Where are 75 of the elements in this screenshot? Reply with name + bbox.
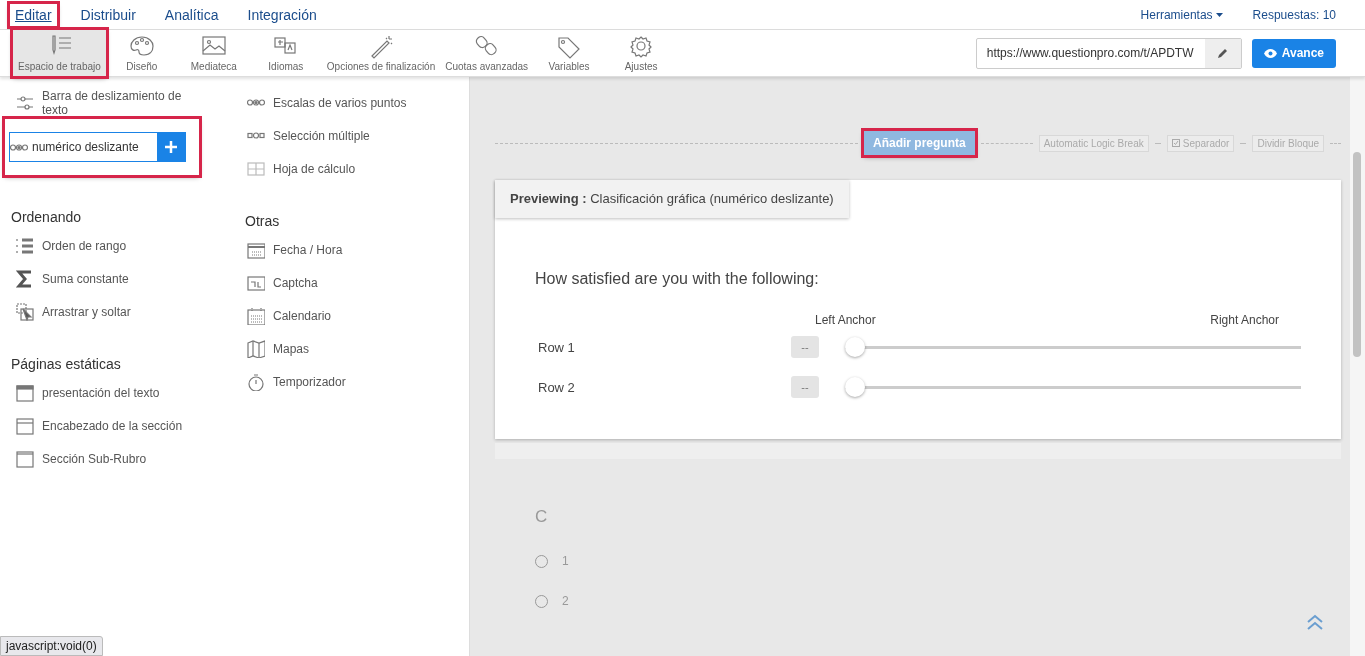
option-label: 1 (562, 554, 569, 568)
toolbar-item[interactable]: Espacio de trabajo (13, 30, 106, 76)
question-type-item[interactable]: Suma constante (11, 262, 245, 295)
toolbar-item[interactable]: Cuotas avanzadas (440, 30, 534, 76)
section-heading: Otras (245, 213, 281, 229)
row-label: Row 2 (538, 379, 576, 395)
question-type-item[interactable]: Calendario (245, 299, 455, 332)
toolbar-item[interactable]: Opciones de finalización (321, 30, 441, 76)
edit-url-button[interactable] (1204, 38, 1241, 68)
question-type-icon (247, 339, 265, 358)
section-heading: Ordenando (11, 209, 83, 225)
preview-title: Previewing : Clasificación gráfica (numérico deslizante) (495, 180, 849, 218)
slider-handle[interactable] (845, 337, 865, 357)
slider-value: -- (791, 376, 819, 398)
pencil-icon (1216, 47, 1229, 59)
url-field[interactable]: https://www.questionpro.com/t/APDTW (975, 37, 1242, 69)
question-type-item[interactable]: Temporizador (245, 365, 455, 398)
tools-menu[interactable]: Herramientas (1134, 6, 1229, 23)
row-label: Row 1 (538, 339, 576, 355)
question-type-item[interactable]: Captcha (245, 266, 455, 299)
question-type-icon (16, 236, 34, 255)
nav-tab[interactable]: Integración (242, 3, 322, 26)
question-type-item[interactable]: Sección Sub-Rubro (11, 442, 245, 475)
caret-icon (1215, 12, 1223, 17)
responses-count: Respuestas: 10 (1252, 7, 1336, 22)
question-type-item[interactable]: Orden de rango (11, 229, 245, 262)
question-type-icon (247, 273, 265, 292)
slider-handle[interactable] (845, 377, 865, 397)
question-type-icon (16, 416, 34, 435)
question-type-item[interactable]: numérico deslizante (9, 132, 186, 162)
question-text: How satisfied are you with the following: (535, 270, 820, 288)
radio-scale-icon (247, 132, 265, 139)
question-type-item[interactable]: presentación del texto (11, 376, 245, 409)
question-type-item[interactable]: Selección múltiple (245, 119, 455, 152)
question-type-item[interactable]: Escalas de varios puntos (245, 86, 455, 119)
question-type-item[interactable]: Encabezado de la sección (11, 409, 245, 442)
status-url: javascript:void(0) (0, 636, 103, 656)
question-type-icon (16, 302, 34, 321)
question-type-item[interactable]: Barra de deslizamiento de texto (11, 86, 245, 119)
anchor-label: Left Anchor (815, 313, 877, 327)
nav-tab[interactable]: Editar (10, 3, 57, 26)
question-type-icon (247, 240, 265, 259)
question-type-item[interactable]: Mapas (245, 332, 455, 365)
question-type-icon (16, 383, 34, 402)
question-type-icon (247, 159, 265, 178)
scrollbar-thumb[interactable] (1353, 152, 1361, 357)
radio-scale-icon (10, 143, 28, 151)
slider-value: -- (791, 336, 819, 358)
toolbar-item[interactable]: Diseño (105, 30, 178, 76)
nav-tab[interactable]: Distribuir (75, 3, 141, 26)
radio-scale-icon (247, 99, 265, 106)
scroll-to-top-icon[interactable] (1306, 614, 1324, 630)
toolbar-icon (127, 34, 156, 59)
toolbar-item[interactable]: Variables (533, 30, 606, 76)
toolbar-item[interactable]: Mediateca (177, 30, 250, 76)
eye-icon (1263, 48, 1277, 58)
add-button[interactable] (157, 133, 185, 161)
question-type-item[interactable]: Fecha / Hora (245, 233, 455, 266)
question-type-item[interactable]: Arrastrar y soltar (11, 295, 245, 328)
plus-icon (165, 141, 177, 153)
question-type-icon (16, 269, 34, 288)
section-heading: Páginas estáticas (11, 356, 122, 372)
toolbar-item[interactable]: Ajustes (605, 30, 678, 76)
nav-tab[interactable]: Analítica (159, 3, 224, 26)
question-type-icon (16, 93, 34, 112)
question-type-icon (247, 372, 265, 391)
preview-button[interactable]: Avance (1251, 38, 1336, 68)
anchor-label: Right Anchor (1210, 313, 1279, 327)
question-type-item[interactable]: Hoja de cálculo (245, 152, 455, 185)
question-type-icon (16, 449, 34, 468)
question-title: C (535, 507, 549, 527)
option-label: 2 (562, 594, 569, 608)
checkbox-icon (1171, 139, 1180, 147)
question-type-icon (247, 306, 265, 325)
toolbar-item[interactable]: Idiomas (249, 30, 322, 76)
